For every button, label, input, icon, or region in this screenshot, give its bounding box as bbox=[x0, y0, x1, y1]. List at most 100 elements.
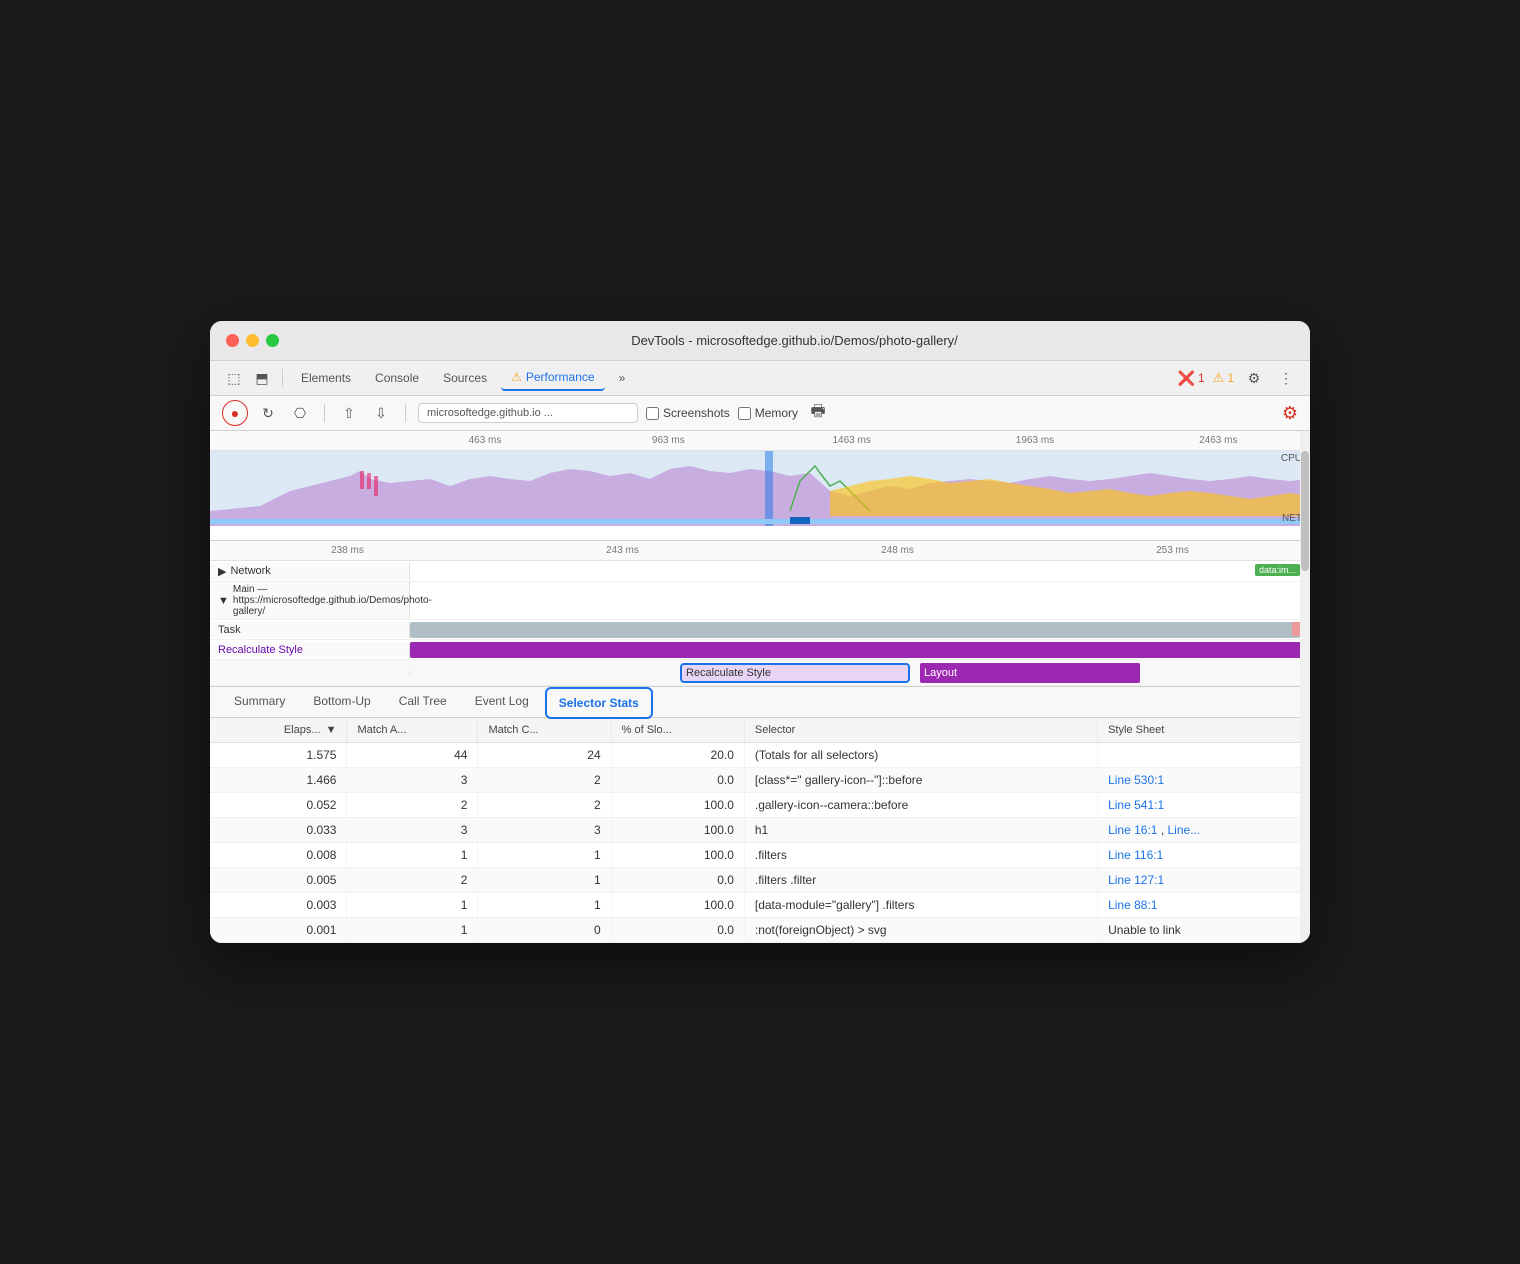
screenshots-label[interactable]: Screenshots bbox=[663, 406, 730, 420]
cell-pct-slow: 0.0 bbox=[611, 868, 744, 893]
tab-selector-stats[interactable]: Selector Stats bbox=[545, 687, 653, 719]
tab-bottom-up[interactable]: Bottom-Up bbox=[301, 687, 382, 717]
memory-icon[interactable]: 🖶 bbox=[806, 401, 830, 425]
col-match-c[interactable]: Match C... bbox=[478, 718, 611, 743]
reload-record-button[interactable]: ↻ bbox=[256, 401, 280, 425]
cell-elapsed: 0.033 bbox=[210, 818, 347, 843]
tabs-panel: Summary Bottom-Up Call Tree Event Log Se… bbox=[210, 687, 1310, 718]
recalc-label: Recalculate Style bbox=[210, 642, 410, 658]
stylesheet-link[interactable]: Line... bbox=[1168, 823, 1201, 837]
warn-badge-icon: ⚠ bbox=[1213, 370, 1225, 386]
tab-sources[interactable]: Sources bbox=[433, 366, 497, 390]
memory-label[interactable]: Memory bbox=[755, 406, 798, 420]
close-button[interactable] bbox=[226, 334, 239, 347]
cell-match-c: 24 bbox=[478, 743, 611, 768]
triangle-right-icon: ▶ bbox=[218, 565, 226, 578]
detail-tick-1: 243 ms bbox=[485, 543, 760, 558]
upload-icon[interactable]: ⇧ bbox=[337, 401, 361, 425]
device-toolbar-icon[interactable]: ⬒ bbox=[250, 366, 274, 390]
more-options-icon[interactable]: ⋮ bbox=[1274, 366, 1298, 390]
tab-performance[interactable]: ⚠ Performance bbox=[501, 365, 604, 391]
settings-icon[interactable]: ⚙ bbox=[1242, 366, 1266, 390]
table-row: 0.03333100.0h1Line 16:1 , Line... bbox=[210, 818, 1310, 843]
cell-match-c: 1 bbox=[478, 843, 611, 868]
net-label: NET bbox=[1282, 513, 1302, 524]
data-badge: data:im... bbox=[1255, 564, 1300, 576]
table-header-row: Elaps... ▼ Match A... Match C... % of Sl… bbox=[210, 718, 1310, 743]
url-display: microsoftedge.github.io ... bbox=[418, 403, 638, 423]
tab-summary[interactable]: Summary bbox=[222, 687, 297, 717]
stylesheet-link[interactable]: Line 530:1 bbox=[1108, 773, 1164, 787]
stylesheet-link[interactable]: Line 88:1 bbox=[1108, 898, 1157, 912]
table-row: 0.00811100.0.filtersLine 116:1 bbox=[210, 843, 1310, 868]
ruler-tick-5: 2463 ms bbox=[1127, 433, 1310, 448]
tab-bar: ⬚ ⬒ Elements Console Sources ⚠ Performan… bbox=[210, 361, 1310, 396]
sep-1 bbox=[282, 369, 283, 387]
cell-stylesheet: Line 16:1 , Line... bbox=[1098, 818, 1310, 843]
cell-elapsed: 0.052 bbox=[210, 793, 347, 818]
cell-selector: :not(foreignObject) > svg bbox=[744, 918, 1097, 943]
table-row: 1.575442420.0(Totals for all selectors) bbox=[210, 743, 1310, 768]
tab-more[interactable]: » bbox=[609, 366, 636, 390]
perf-settings-icon[interactable]: ⚙ bbox=[1282, 403, 1298, 424]
scrollbar-thumb[interactable] bbox=[1301, 451, 1309, 571]
flame-row-task: Task bbox=[210, 620, 1310, 640]
memory-checkbox[interactable] bbox=[738, 407, 751, 420]
ruler-tick-4: 1963 ms bbox=[943, 433, 1126, 448]
col-elapsed[interactable]: Elaps... ▼ bbox=[210, 718, 347, 743]
record-button[interactable]: ● bbox=[222, 400, 248, 426]
flame-row-network: ▶ Network data:im... bbox=[210, 561, 1310, 582]
minimize-button[interactable] bbox=[246, 334, 259, 347]
tab-call-tree[interactable]: Call Tree bbox=[387, 687, 459, 717]
recalc-bg-bar bbox=[410, 642, 1310, 658]
window-title: DevTools - microsoftedge.github.io/Demos… bbox=[295, 333, 1294, 348]
flame-row-recalc: Recalculate Style bbox=[210, 640, 1310, 660]
col-match-a[interactable]: Match A... bbox=[347, 718, 478, 743]
traffic-lights bbox=[226, 334, 279, 347]
inspect-element-icon[interactable]: ⬚ bbox=[222, 366, 246, 390]
cell-elapsed: 0.003 bbox=[210, 893, 347, 918]
cell-match-c: 2 bbox=[478, 793, 611, 818]
tab-event-log[interactable]: Event Log bbox=[463, 687, 541, 717]
sep-2 bbox=[324, 404, 325, 422]
cell-match-c: 1 bbox=[478, 893, 611, 918]
cell-pct-slow: 0.0 bbox=[611, 768, 744, 793]
recalc-outlined-bar[interactable]: Recalculate Style bbox=[680, 663, 910, 683]
content-inner: 463 ms 963 ms 1463 ms 1963 ms 2463 ms bbox=[210, 431, 1310, 943]
screenshots-checkbox[interactable] bbox=[646, 407, 659, 420]
cpu-label: CPU bbox=[1281, 453, 1302, 464]
scrollbar-track[interactable] bbox=[1300, 431, 1310, 943]
warn-count: 1 bbox=[1227, 371, 1234, 385]
stylesheet-link[interactable]: Line 116:1 bbox=[1108, 848, 1163, 862]
network-label: ▶ Network bbox=[210, 563, 410, 580]
maximize-button[interactable] bbox=[266, 334, 279, 347]
sub-content: Recalculate Style Layout bbox=[410, 660, 1310, 686]
cell-match-c: 2 bbox=[478, 768, 611, 793]
cell-stylesheet: Unable to link bbox=[1098, 918, 1310, 943]
timeline-chart[interactable]: CPU NET bbox=[210, 451, 1310, 526]
download-icon[interactable]: ⇩ bbox=[369, 401, 393, 425]
col-pct-slow[interactable]: % of Slo... bbox=[611, 718, 744, 743]
clear-button[interactable]: ⎔ bbox=[288, 401, 312, 425]
timeline-area[interactable]: 463 ms 963 ms 1463 ms 1963 ms 2463 ms bbox=[210, 431, 1310, 541]
col-stylesheet[interactable]: Style Sheet bbox=[1098, 718, 1310, 743]
warn-icon: ⚠ bbox=[511, 370, 522, 384]
sort-arrow-icon: ▼ bbox=[326, 724, 337, 736]
cell-stylesheet bbox=[1098, 743, 1310, 768]
stylesheet-link[interactable]: Line 127:1 bbox=[1108, 873, 1164, 887]
cell-match-a: 2 bbox=[347, 868, 478, 893]
timeline-ruler: 463 ms 963 ms 1463 ms 1963 ms 2463 ms bbox=[210, 431, 1310, 451]
tab-console[interactable]: Console bbox=[365, 366, 429, 390]
tab-elements[interactable]: Elements bbox=[291, 366, 361, 390]
cell-match-c: 0 bbox=[478, 918, 611, 943]
cell-selector: [class*=" gallery-icon--"]::before bbox=[744, 768, 1097, 793]
cell-pct-slow: 100.0 bbox=[611, 893, 744, 918]
stylesheet-link[interactable]: Line 16:1 bbox=[1108, 823, 1157, 837]
flame-row-sub: Recalculate Style Layout bbox=[210, 660, 1310, 686]
stylesheet-link[interactable]: Line 541:1 bbox=[1108, 798, 1164, 812]
table-body: 1.575442420.0(Totals for all selectors) 1… bbox=[210, 743, 1310, 943]
layout-bar[interactable]: Layout bbox=[920, 663, 1140, 683]
col-selector[interactable]: Selector bbox=[744, 718, 1097, 743]
performance-label: Performance bbox=[526, 370, 595, 384]
cell-match-c: 3 bbox=[478, 818, 611, 843]
